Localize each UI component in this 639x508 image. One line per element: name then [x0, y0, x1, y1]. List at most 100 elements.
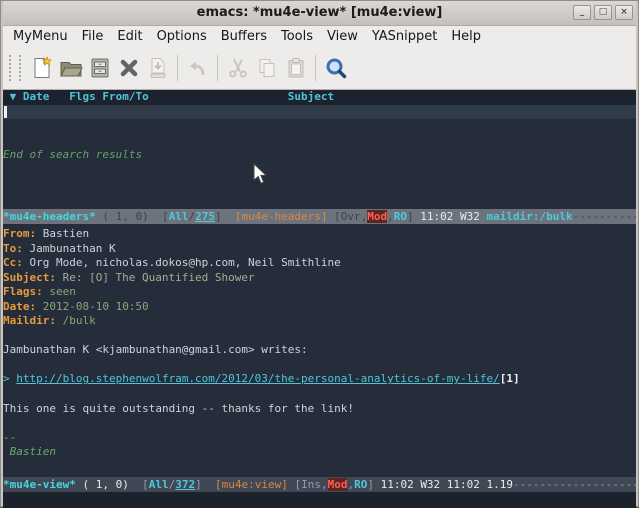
separator: , — [387, 210, 394, 223]
mu4e-view-window: From: Bastien To: Jambunathan K Cc: Org Mod… — [3, 224, 636, 477]
mode-line-headers: *mu4e-headers* ( 1, 0) [All/275] [mu4e-h… — [3, 209, 636, 224]
link-reference: [1] — [500, 372, 520, 385]
signature-name: Bastien — [3, 445, 636, 460]
header-field-to: To: Jambunathan K — [3, 242, 636, 257]
window-controls: _ □ × — [573, 5, 633, 20]
buffer-name: *mu4e-view* — [3, 478, 76, 491]
read-only-flag: RO — [394, 210, 407, 223]
field-value: Org Mode, nicholas.dokos@hp.com, Neil Sm… — [29, 256, 340, 269]
buffer-flags: [Ovr, — [328, 210, 368, 223]
field-value: Re: [O] The Quantified Shower — [63, 271, 255, 284]
emacs-frame: ▼ Date Flgs From/To Subject 2012-08-10 S… — [3, 90, 636, 508]
menu-item-file[interactable]: File — [82, 29, 104, 44]
save-icon[interactable] — [85, 53, 114, 83]
message-row-selected[interactable]: 2012-08-10 S Bastien | Re: [O] The Quant… — [3, 105, 636, 120]
toolbar-drag-handle[interactable] — [9, 55, 21, 81]
search-icon[interactable] — [321, 53, 350, 83]
minimize-button[interactable]: _ — [573, 5, 591, 20]
read-only-flag: RO — [354, 478, 367, 491]
menu-item-tools[interactable]: Tools — [281, 29, 313, 44]
paste-icon[interactable] — [281, 53, 310, 83]
blank-line — [3, 358, 636, 373]
menu-item-help[interactable]: Help — [451, 29, 481, 44]
signature-delimiter: -- — [3, 431, 636, 446]
open-folder-icon[interactable] — [56, 53, 85, 83]
message-count: 372 — [175, 478, 195, 491]
field-label: Date: — [3, 300, 36, 313]
blank-line — [3, 329, 636, 344]
menu-item-options[interactable]: Options — [157, 29, 207, 44]
menu-item-edit[interactable]: Edit — [117, 29, 142, 44]
major-mode: [mu4e-headers] — [235, 210, 328, 223]
bracket: ] — [407, 210, 420, 223]
echo-area[interactable] — [3, 492, 636, 508]
menu-item-buffers[interactable]: Buffers — [221, 29, 267, 44]
blank-line — [3, 387, 636, 402]
end-of-search-results: End of search results — [3, 148, 636, 163]
menu-item-mymenu[interactable]: MyMenu — [13, 29, 68, 44]
blank-line — [3, 416, 636, 431]
clock: 11:02 W32 — [420, 210, 486, 223]
mode-line-fill: ------------ — [573, 210, 636, 223]
modified-flag: Mod — [367, 210, 387, 223]
quote-prefix: > — [3, 372, 16, 385]
header-field-date: Date: 2012-08-10 10:50 — [3, 300, 636, 315]
save-as-icon[interactable] — [143, 53, 172, 83]
message-row[interactable]: 2012-08-10 S Lanoxx | Re: Compiling glib… — [3, 119, 636, 134]
copy-icon[interactable] — [252, 53, 281, 83]
message-count: 275 — [195, 210, 215, 223]
message-row[interactable]: 2012-08-10 S Suvayu Ali | Re: Emacs for … — [3, 134, 636, 149]
clock: 11:02 W32 11:02 1.19 — [381, 478, 513, 491]
header-field-from: From: Bastien — [3, 227, 636, 242]
field-value: 2012-08-10 10:50 — [43, 300, 149, 313]
headers-column-titles[interactable]: ▼ Date Flgs From/To Subject — [3, 90, 636, 105]
maildir-path: maildir:/bulk — [487, 210, 573, 223]
scroll-indicator: All — [169, 210, 189, 223]
field-label: Cc: — [3, 256, 23, 269]
title-bar[interactable]: emacs: *mu4e-view* [mu4e:view] _ □ × — [3, 1, 636, 26]
scroll-indicator: All — [149, 478, 169, 491]
field-value: Bastien — [43, 227, 89, 240]
header-field-maildir: Maildir: /bulk — [3, 314, 636, 329]
cursor-position: ( 1, 0) — [96, 210, 162, 223]
field-label: Maildir: — [3, 314, 56, 327]
text-cursor — [4, 106, 7, 119]
buffer-flags: [Ins, — [288, 478, 328, 491]
mode-line-view: *mu4e-view* ( 1, 0) [All/372] [mu4e:view… — [3, 477, 636, 492]
header-field-flags: Flags:seen — [3, 285, 636, 300]
field-value: /bulk — [63, 314, 96, 327]
undo-icon[interactable] — [183, 53, 212, 83]
body-comment: This one is quite outstanding -- thanks … — [3, 402, 636, 417]
mu4e-headers-window: ▼ Date Flgs From/To Subject 2012-08-10 S… — [3, 90, 636, 209]
field-label: To: — [3, 242, 23, 255]
buffer-name: *mu4e-headers* — [3, 210, 96, 223]
menu-bar: MyMenu File Edit Options Buffers Tools V… — [3, 26, 636, 47]
major-mode: [mu4e:view] — [215, 478, 288, 491]
field-value: seen — [49, 285, 76, 298]
cut-icon[interactable] — [223, 53, 252, 83]
delete-icon[interactable] — [114, 53, 143, 83]
toolbar-separator — [315, 55, 316, 81]
mode-line-fill: -------------------- — [513, 478, 636, 491]
header-field-cc: Cc: Org Mode, nicholas.dokos@hp.com, Neil… — [3, 256, 636, 271]
hyperlink[interactable]: http://blog.stephenwolfram.com/2012/03/t… — [16, 372, 499, 385]
bracket: [ — [162, 210, 169, 223]
menu-item-view[interactable]: View — [327, 29, 358, 44]
field-label: Subject: — [3, 271, 56, 284]
tool-bar — [3, 47, 636, 90]
new-file-icon[interactable] — [27, 53, 56, 83]
window-title: emacs: *mu4e-view* [mu4e:view] — [3, 1, 636, 24]
field-label: From: — [3, 227, 36, 240]
close-button[interactable]: × — [615, 5, 633, 20]
bracket: ] — [215, 210, 235, 223]
cursor-position: ( 1, 0) — [76, 478, 142, 491]
bracket: [ — [142, 478, 149, 491]
toolbar-separator — [217, 55, 218, 81]
body-greeting: Jambunathan K <kjambunathan@gmail.com> w… — [3, 343, 636, 358]
header-field-subject: Subject: Re: [O] The Quantified Shower — [3, 271, 636, 286]
field-value: Jambunathan K — [29, 242, 115, 255]
emacs-window: emacs: *mu4e-view* [mu4e:view] _ □ × MyM… — [0, 0, 639, 507]
modified-flag: Mod — [328, 478, 348, 491]
menu-item-yasnippet[interactable]: YASnippet — [372, 29, 438, 44]
maximize-button[interactable]: □ — [594, 5, 612, 20]
